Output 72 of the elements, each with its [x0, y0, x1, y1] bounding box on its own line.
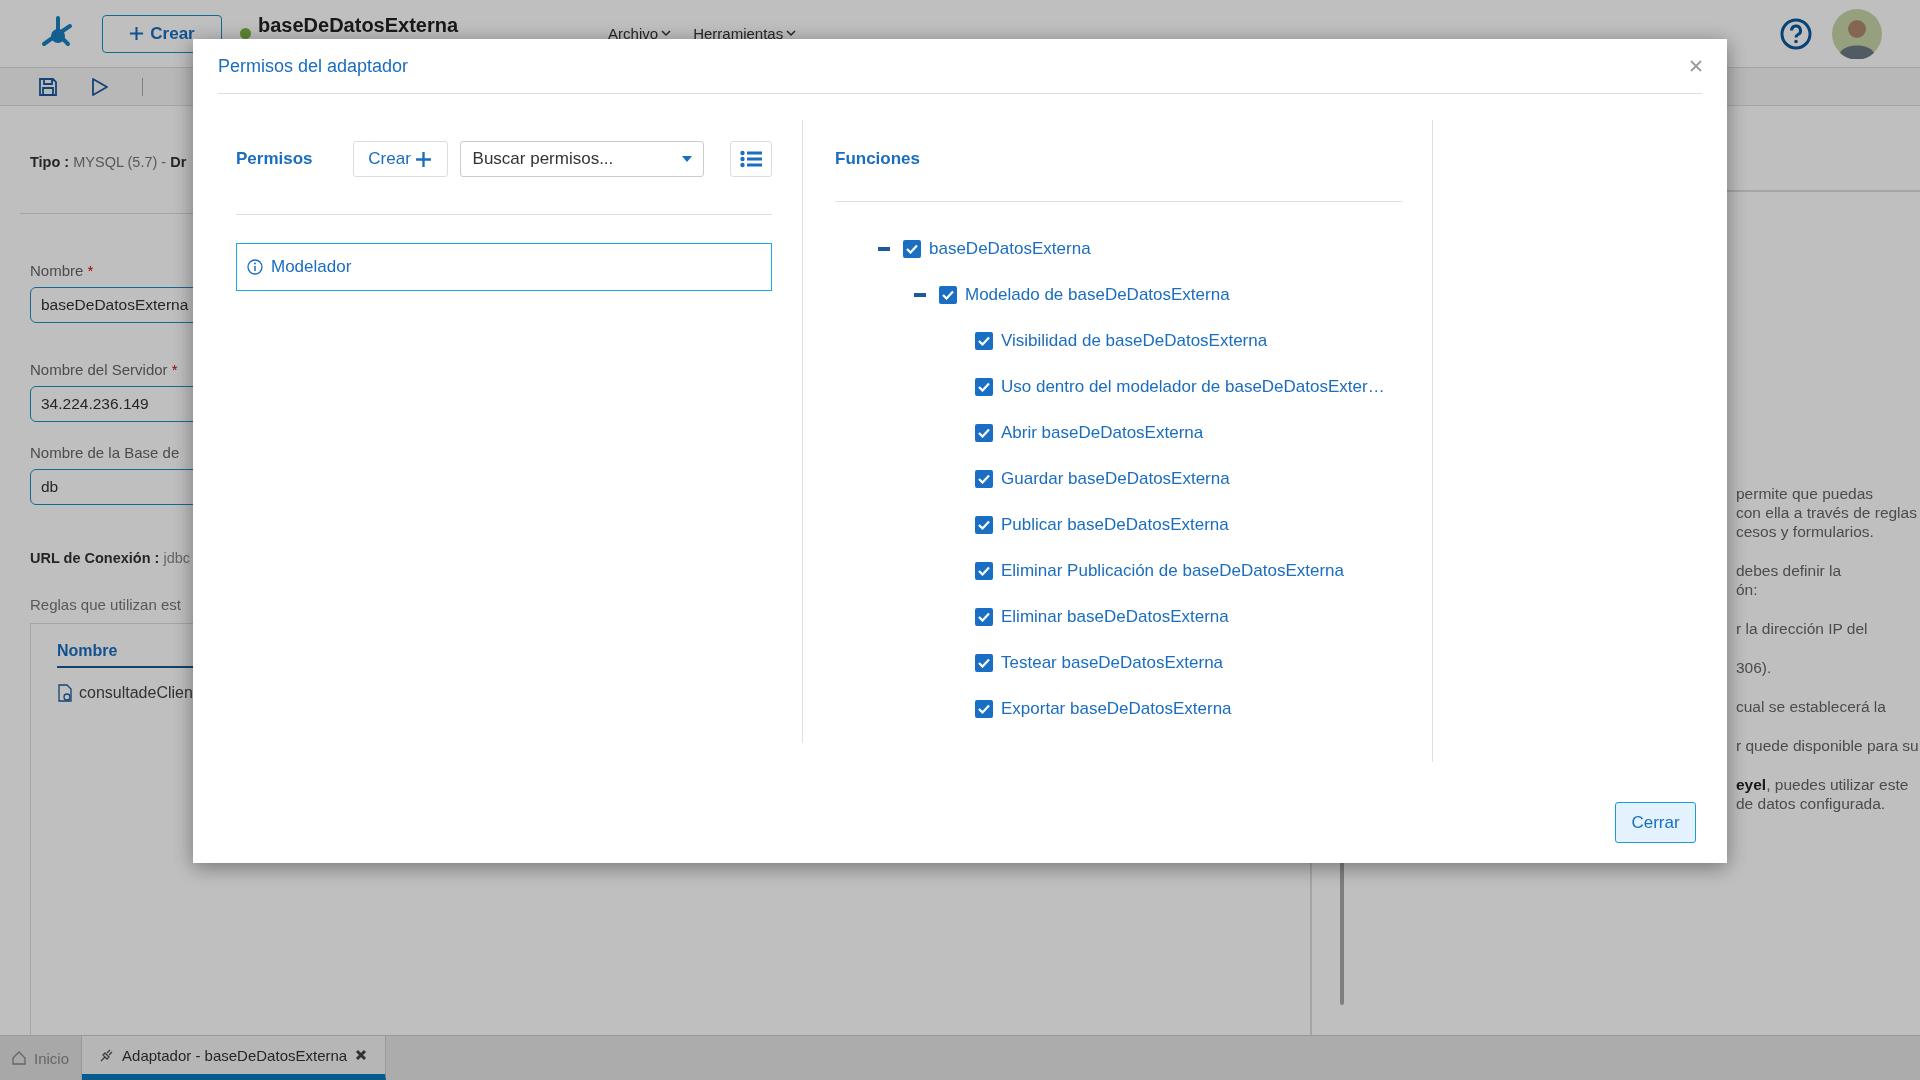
tree-item-label[interactable]: Eliminar Publicación de baseDeDatosExterna [1001, 561, 1344, 581]
create-button[interactable]: Crear [352, 141, 448, 177]
tab[interactable]: Adaptador - baseDeDatosExterna [82, 1036, 387, 1080]
checkbox[interactable] [975, 470, 993, 488]
tree-item-label[interactable]: Visibilidad de baseDeDatosExterna [1001, 331, 1268, 351]
connection-url: URL de Conexión : jdbc [30, 550, 191, 566]
field-label: Nombre del Servidor * [30, 361, 178, 378]
tree-item-label[interactable]: Modelado de baseDeDatosExterna [965, 285, 1230, 305]
menu[interactable]: Archivo [608, 25, 672, 42]
tree-item-label[interactable]: Publicar baseDeDatosExterna [1001, 515, 1229, 535]
checkbox[interactable] [975, 700, 993, 718]
help-paragraph: r quede disponible para su [1736, 736, 1919, 755]
checkbox[interactable] [939, 286, 957, 304]
play-icon[interactable] [91, 76, 109, 97]
help-paragraph: eyel, puedes utilizar este de datos configurada. [1736, 775, 1910, 813]
chevron-down-icon [786, 30, 797, 37]
scrollbar[interactable] [1340, 860, 1344, 1005]
checkbox[interactable] [975, 608, 993, 626]
checkbox[interactable] [975, 424, 993, 442]
tree-item-label[interactable]: Eliminar baseDeDatosExterna [1001, 607, 1229, 627]
rules-caption: Reglas que utilizan est [30, 596, 181, 613]
close-icon[interactable] [1690, 60, 1702, 72]
create-button[interactable]: Crear [102, 14, 222, 53]
help-paragraph: cual se establecerá la [1736, 697, 1887, 716]
list-view-button[interactable] [730, 141, 772, 177]
close-icon[interactable] [355, 1049, 368, 1061]
rule-file-icon [57, 684, 73, 702]
list-icon [740, 150, 762, 168]
tab-label: Inicio [34, 1049, 70, 1067]
chevron-down-icon [661, 30, 672, 37]
help-paragraph: permite que puedas con ella a través de reglas cesos y formularios. [1736, 484, 1918, 541]
required-mark: * [171, 361, 178, 378]
permissions-heading: Permisos [236, 148, 313, 170]
help-paragraph: debes definir la ón: [1736, 561, 1843, 599]
document-title: baseDeDatosExterna [258, 14, 459, 36]
permission-label: Modelador [271, 257, 352, 277]
checkbox[interactable] [975, 378, 993, 396]
close-button[interactable]: Cerrar [1615, 802, 1696, 843]
menu[interactable]: Herramientas [693, 25, 797, 42]
required-mark: * [87, 262, 94, 279]
tree-item-label[interactable]: Testear baseDeDatosExterna [1001, 653, 1224, 673]
type-info: Tipo : MYSQL (5.7) - Dr [30, 154, 187, 170]
field-label: Nombre de la Base de [30, 444, 180, 461]
avatar-icon[interactable] [1832, 8, 1882, 59]
save-icon[interactable] [38, 76, 58, 97]
plus-icon [129, 26, 145, 41]
tree-item-label[interactable]: Uso dentro del modelador de baseDeDatosExter… [1001, 377, 1385, 397]
home-icon [12, 1051, 26, 1065]
tree-item-label[interactable]: baseDeDatosExterna [929, 239, 1091, 259]
info-icon [247, 259, 263, 275]
field-label: Nombre * [30, 262, 94, 279]
checkbox[interactable] [903, 240, 921, 258]
checkbox[interactable] [975, 332, 993, 350]
table-cell[interactable]: consultadeClien [79, 684, 193, 702]
tree-item-label[interactable]: Guardar baseDeDatosExterna [1001, 469, 1230, 489]
help-paragraph: 306). [1736, 658, 1773, 677]
tree-item-label[interactable]: Exportar baseDeDatosExterna [1001, 699, 1232, 719]
search-dropdown[interactable]: Buscar permisos... [459, 141, 704, 177]
permission-item[interactable]: Modelador [236, 243, 772, 291]
tab-label: Adaptador - baseDeDatosExterna [122, 1046, 348, 1064]
dialog-title: Permisos del adaptador [218, 55, 409, 77]
status-dot [240, 28, 251, 39]
plus-icon [414, 150, 432, 168]
checkbox[interactable] [975, 562, 993, 580]
functions-heading: Funciones [835, 148, 920, 170]
help-icon[interactable] [1780, 17, 1812, 50]
help-paragraph: r la dirección IP del [1736, 619, 1869, 638]
checkbox[interactable] [975, 654, 993, 672]
checkbox[interactable] [975, 516, 993, 534]
caret-icon [681, 156, 692, 162]
tree-item-label[interactable]: Abrir baseDeDatosExterna [1001, 423, 1204, 443]
plug-icon [100, 1048, 115, 1062]
